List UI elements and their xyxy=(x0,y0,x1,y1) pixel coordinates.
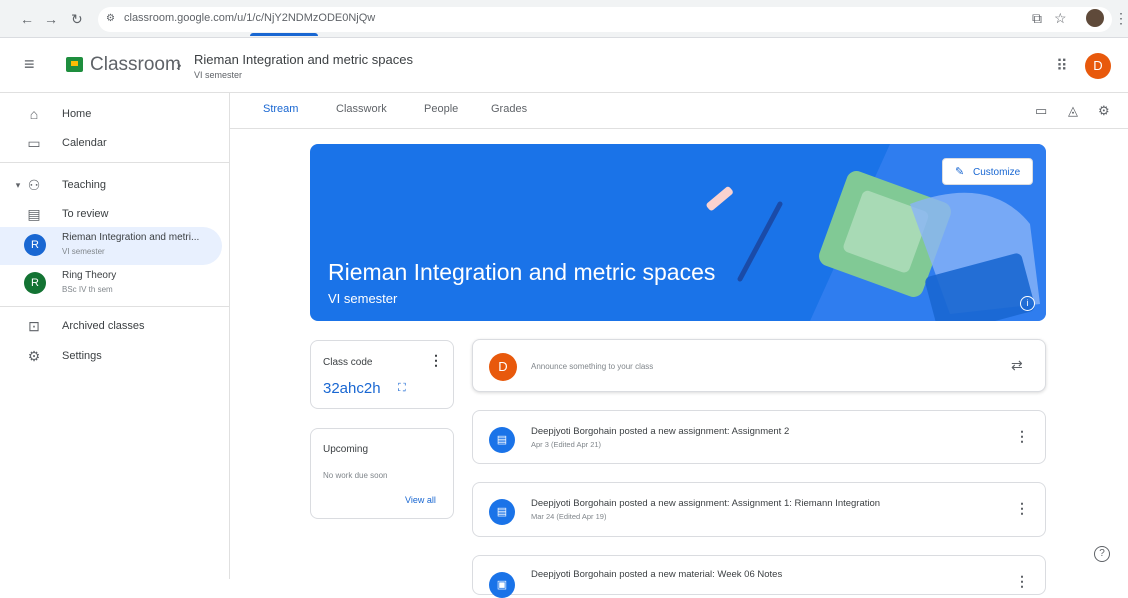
main-menu-icon[interactable]: ≡ xyxy=(24,54,35,75)
announce-box[interactable]: D Announce something to your class ⇄ xyxy=(472,339,1046,392)
more-vert-icon[interactable]: ⋮ xyxy=(1015,500,1029,517)
class-code-value: 32ahc2h xyxy=(323,380,381,397)
sidebar-item-to-review[interactable]: ▤ To review xyxy=(0,199,230,229)
class-subtitle: VI semester xyxy=(62,247,105,256)
class-subtitle: BSc IV th sem xyxy=(62,285,113,294)
sidebar-item-label: Calendar xyxy=(62,137,107,149)
course-tabs: Stream Classwork People Grades ▭ ◬ ⚙ xyxy=(230,93,1128,129)
post-date: Mar 24 (Edited Apr 19) xyxy=(531,512,607,521)
sidebar-item-label: To review xyxy=(62,208,109,220)
classroom-logo-icon[interactable] xyxy=(66,57,83,72)
help-icon[interactable]: ? xyxy=(1094,546,1110,562)
class-code-label: Class code xyxy=(323,357,373,368)
drive-folder-icon[interactable]: ◬ xyxy=(1068,103,1078,119)
forward-icon[interactable]: → xyxy=(44,11,58,27)
gear-icon: ⚙ xyxy=(27,348,41,364)
people-icon: ⚇ xyxy=(27,177,41,193)
class-avatar: R xyxy=(24,234,46,256)
home-icon: ⌂ xyxy=(29,106,39,122)
sidebar-divider xyxy=(0,162,230,163)
browser-menu-icon[interactable]: ⋮ xyxy=(1114,10,1128,27)
course-subtitle: VI semester xyxy=(194,70,243,80)
sidebar-item-teaching[interactable]: ▾ ⚇ Teaching xyxy=(0,170,230,200)
sidebar-class-rieman[interactable]: R Rieman Integration and metri... VI sem… xyxy=(0,227,222,265)
site-settings-icon[interactable]: ⚙ xyxy=(106,13,118,25)
expand-caret-icon[interactable]: ▾ xyxy=(10,180,26,191)
stream-post[interactable]: ▣ Deepjyoti Borgohain posted a new mater… xyxy=(472,555,1046,598)
sidebar-item-home[interactable]: ⌂ Home xyxy=(0,99,230,129)
banner-subtitle: VI semester xyxy=(328,291,398,306)
sidebar: ⌂ Home ▭ Calendar ▾ ⚇ Teaching ▤ To revi… xyxy=(0,93,230,579)
sidebar-item-label: Settings xyxy=(62,350,102,362)
view-all-link[interactable]: View all xyxy=(405,495,436,505)
review-icon: ▤ xyxy=(27,206,41,222)
url-text: classroom.google.com/u/1/c/NjY2NDMzODE0N… xyxy=(124,12,376,24)
tab-grades[interactable]: Grades xyxy=(491,103,527,115)
upcoming-card: Upcoming No work due soon View all xyxy=(310,428,454,519)
sidebar-item-calendar[interactable]: ▭ Calendar xyxy=(0,128,230,158)
assignment-icon: ▤ xyxy=(489,427,515,453)
app-header: ≡ Classroom › Rieman Integration and met… xyxy=(0,38,1128,93)
sidebar-item-settings[interactable]: ⚙ Settings xyxy=(0,341,230,371)
tab-people[interactable]: People xyxy=(424,103,458,115)
customize-button[interactable]: ✎ Customize xyxy=(942,158,1033,185)
announce-avatar: D xyxy=(489,353,517,381)
announce-placeholder[interactable]: Announce something to your class xyxy=(531,362,653,371)
post-title: Deepjyoti Borgohain posted a new assignm… xyxy=(531,498,881,509)
back-icon[interactable]: ← xyxy=(20,11,34,27)
upcoming-title: Upcoming xyxy=(323,444,369,455)
tab-classwork[interactable]: Classwork xyxy=(336,103,387,115)
active-tab-indicator xyxy=(250,33,318,36)
address-bar[interactable]: ⚙ classroom.google.com/u/1/c/NjY2NDMzODE… xyxy=(98,7,1112,32)
calendar-icon[interactable]: ▭ xyxy=(1035,103,1047,119)
upcoming-empty-text: No work due soon xyxy=(323,471,388,480)
sidebar-class-ring-theory[interactable]: R Ring Theory BSc IV th sem xyxy=(0,265,222,303)
material-icon: ▣ xyxy=(489,572,515,598)
repost-icon[interactable]: ⇄ xyxy=(1011,357,1023,374)
app-name[interactable]: Classroom xyxy=(90,54,181,76)
post-title: Deepjyoti Borgohain posted a new materia… xyxy=(531,569,783,580)
apps-grid-icon[interactable]: ⠿ xyxy=(1056,56,1068,76)
browser-toolbar: ← → ↻ ⚙ classroom.google.com/u/1/c/NjY2N… xyxy=(0,0,1128,38)
banner-illustration xyxy=(706,144,1046,321)
post-title: Deepjyoti Borgohain posted a new assignm… xyxy=(531,426,790,437)
sidebar-item-label: Home xyxy=(62,108,92,120)
pencil-icon: ✎ xyxy=(955,166,965,178)
class-settings-icon[interactable]: ⚙ xyxy=(1098,103,1110,119)
sidebar-item-archived[interactable]: ⊡ Archived classes xyxy=(0,311,230,341)
more-vert-icon[interactable]: ⋮ xyxy=(429,352,443,369)
course-banner: Rieman Integration and metric spaces VI … xyxy=(310,144,1046,321)
profile-icon[interactable] xyxy=(1086,9,1104,27)
fullscreen-icon[interactable]: ⛶ xyxy=(398,382,406,395)
tab-stream[interactable]: Stream xyxy=(263,103,298,115)
post-date: Apr 3 (Edited Apr 21) xyxy=(531,440,602,449)
class-avatar: R xyxy=(24,272,46,294)
bookmark-star-icon[interactable]: ☆ xyxy=(1054,10,1067,27)
class-title: Rieman Integration and metri... xyxy=(62,232,200,243)
account-avatar[interactable]: D xyxy=(1085,53,1111,79)
info-icon[interactable]: i xyxy=(1020,296,1035,311)
stream-post[interactable]: ▤ Deepjyoti Borgohain posted a new assig… xyxy=(472,410,1046,464)
class-title: Ring Theory xyxy=(62,270,117,281)
customize-label: Customize xyxy=(973,167,1021,178)
chevron-right-icon: › xyxy=(176,55,182,74)
sidebar-item-label: Teaching xyxy=(62,179,107,191)
sidebar-item-label: Archived classes xyxy=(62,320,145,332)
sidebar-divider xyxy=(0,306,230,307)
more-vert-icon[interactable]: ⋮ xyxy=(1015,573,1029,590)
stream-post[interactable]: ▤ Deepjyoti Borgohain posted a new assig… xyxy=(472,482,1046,537)
reload-icon[interactable]: ↻ xyxy=(71,11,83,28)
class-code-card: Class code ⋮ 32ahc2h ⛶ xyxy=(310,340,454,409)
assignment-icon: ▤ xyxy=(489,499,515,525)
calendar-icon: ▭ xyxy=(27,135,41,151)
banner-title: Rieman Integration and metric spaces xyxy=(328,259,716,285)
archive-icon: ⊡ xyxy=(28,318,40,334)
install-app-icon[interactable]: ⧉ xyxy=(1032,10,1042,27)
course-title[interactable]: Rieman Integration and metric spaces xyxy=(194,52,413,67)
more-vert-icon[interactable]: ⋮ xyxy=(1015,428,1029,445)
